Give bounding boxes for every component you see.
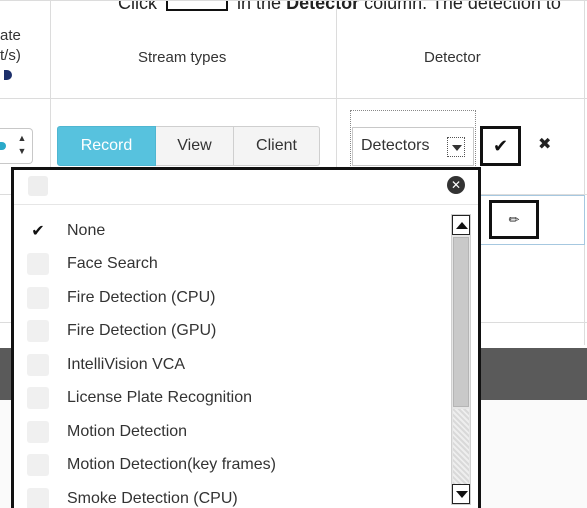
list-item[interactable]: IntelliVision VCA bbox=[14, 348, 452, 382]
stream-type-client-button[interactable]: Client bbox=[234, 126, 320, 166]
header-bitrate: ate t/s) bbox=[0, 26, 21, 86]
select-all-checkbox[interactable] bbox=[28, 176, 48, 196]
pencil-icon: ✏ bbox=[508, 211, 520, 227]
stream-type-view-button[interactable]: View bbox=[156, 126, 234, 166]
list-item[interactable]: License Plate Recognition bbox=[14, 382, 452, 416]
spinner-arrows[interactable]: ▲ ▼ bbox=[16, 132, 28, 160]
detector-options-list: ✔ None Face Search Fire Detection (CPU) … bbox=[14, 214, 452, 508]
option-label: Fire Detection (GPU) bbox=[67, 322, 217, 340]
header-bitrate-line2: t/s) bbox=[0, 47, 21, 64]
checkbox[interactable] bbox=[27, 420, 49, 443]
header-stream-types: Stream types bbox=[138, 49, 227, 66]
scrollbar-thumb[interactable] bbox=[453, 237, 469, 407]
confirm-button[interactable]: ✔ bbox=[480, 126, 521, 166]
checkbox[interactable] bbox=[27, 353, 49, 376]
checkbox[interactable] bbox=[27, 286, 49, 309]
close-icon: ✖ bbox=[538, 136, 552, 153]
scroll-down-icon[interactable] bbox=[452, 484, 470, 504]
checkbox[interactable] bbox=[27, 487, 49, 508]
option-label: Motion Detection(key frames) bbox=[67, 456, 276, 474]
option-label: None bbox=[67, 221, 106, 239]
table-top-border bbox=[0, 0, 587, 1]
checkbox[interactable] bbox=[27, 387, 49, 410]
checkbox[interactable] bbox=[27, 253, 49, 276]
spinner-down-icon[interactable]: ▼ bbox=[16, 145, 28, 158]
header-detector: Detector bbox=[424, 49, 481, 66]
checkbox[interactable] bbox=[27, 454, 49, 477]
option-label: Fire Detection (CPU) bbox=[67, 288, 216, 306]
table-header-border bbox=[0, 98, 587, 99]
scrollbar-track[interactable] bbox=[453, 409, 469, 484]
list-item[interactable]: Motion Detection(key frames) bbox=[14, 449, 452, 483]
info-icon[interactable] bbox=[4, 70, 12, 80]
option-label: License Plate Recognition bbox=[67, 389, 253, 407]
option-label: Face Search bbox=[67, 255, 158, 273]
edit-button[interactable]: ✏ bbox=[489, 200, 539, 239]
dropdown-scrollbar[interactable] bbox=[451, 214, 471, 505]
spinner-value-indicator bbox=[0, 142, 6, 150]
checkbox[interactable] bbox=[27, 320, 49, 343]
option-label: Smoke Detection (CPU) bbox=[67, 489, 238, 507]
dropdown-divider bbox=[14, 204, 478, 205]
bitrate-stepper[interactable]: ▲ ▼ bbox=[0, 128, 33, 164]
list-item[interactable]: ✔ None bbox=[14, 214, 452, 248]
cancel-button[interactable]: ✖ bbox=[538, 134, 551, 154]
option-label: IntelliVision VCA bbox=[67, 355, 185, 373]
close-circle-icon: ✕ bbox=[450, 178, 462, 192]
list-item[interactable]: Motion Detection bbox=[14, 415, 452, 449]
detector-dropdown: ✕ ✔ None Face Search Fire Detection (CPU… bbox=[11, 167, 481, 508]
option-label: Motion Detection bbox=[67, 422, 188, 440]
header-bitrate-line1: ate bbox=[0, 27, 21, 44]
clear-selection-button[interactable]: ✕ bbox=[447, 176, 465, 194]
chevron-down-icon[interactable] bbox=[447, 137, 465, 157]
scroll-up-icon[interactable] bbox=[452, 215, 470, 235]
list-item[interactable]: Face Search bbox=[14, 248, 452, 282]
list-item[interactable]: Smoke Detection (CPU) bbox=[14, 482, 452, 508]
checkmark-icon: ✔ bbox=[492, 135, 509, 156]
detector-select-value: Detectors bbox=[361, 137, 430, 154]
column-divider-3 bbox=[584, 0, 585, 345]
list-item[interactable]: Fire Detection (GPU) bbox=[14, 315, 452, 349]
checkbox-checked-icon[interactable]: ✔ bbox=[27, 220, 49, 242]
spinner-up-icon[interactable]: ▲ bbox=[16, 132, 28, 145]
list-item[interactable]: Fire Detection (CPU) bbox=[14, 281, 452, 315]
stream-type-record-button[interactable]: Record bbox=[57, 126, 156, 166]
detector-select[interactable]: Detectors bbox=[352, 127, 474, 166]
